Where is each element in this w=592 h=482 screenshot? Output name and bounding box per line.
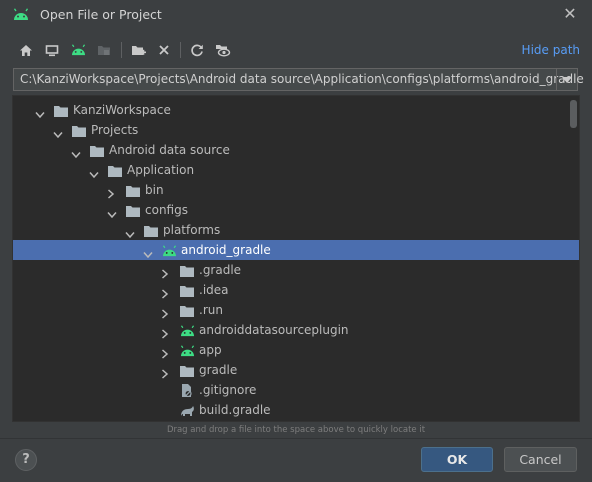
folder-icon	[107, 163, 123, 177]
title-bar: Open File or Project ✕	[0, 0, 592, 30]
chevron-down-icon[interactable]	[143, 244, 153, 259]
tree-row-label: .gitignore	[199, 383, 257, 397]
chevron-down-icon	[562, 76, 572, 83]
folder-icon	[179, 303, 195, 317]
chevron-down-icon[interactable]	[71, 144, 81, 159]
tree-row-label: .gradle	[199, 263, 242, 277]
tree-row[interactable]: build.gradle	[13, 400, 579, 420]
tree-row[interactable]: app	[13, 340, 579, 360]
android-icon	[12, 7, 30, 26]
path-history-dropdown[interactable]	[556, 69, 577, 90]
android-icon	[179, 343, 195, 357]
folder-icon	[53, 103, 69, 117]
chevron-down-icon[interactable]	[125, 224, 135, 239]
tree-row[interactable]: Application	[13, 160, 579, 180]
tree-row[interactable]: configs	[13, 200, 579, 220]
tree-row-label: platforms	[163, 223, 221, 237]
chevron-right-icon[interactable]	[161, 304, 171, 319]
gitignore-file-icon	[179, 383, 195, 398]
tree-row-label: android_gradle	[181, 243, 271, 257]
tree-row[interactable]: .gitignore	[13, 380, 579, 400]
chevron-right-icon[interactable]	[161, 284, 171, 299]
tree-row[interactable]: bin	[13, 180, 579, 200]
gradle-file-icon	[179, 403, 195, 417]
refresh-icon[interactable]	[187, 40, 207, 60]
tree-row-label: bin	[145, 183, 164, 197]
cancel-button[interactable]: Cancel	[504, 447, 577, 472]
folder-icon	[179, 363, 195, 377]
hide-path-link[interactable]: Hide path	[522, 43, 580, 57]
tree-row-label: KanziWorkspace	[73, 103, 171, 117]
close-icon[interactable]: ✕	[562, 5, 578, 23]
chevron-right-icon[interactable]	[107, 184, 117, 199]
tree-row[interactable]: .idea	[13, 280, 579, 300]
show-hidden-icon[interactable]	[213, 40, 233, 60]
tree-row-label: .run	[199, 303, 223, 317]
folder-icon	[179, 263, 195, 277]
tree-row-label: Application	[127, 163, 195, 177]
chevron-down-icon[interactable]	[107, 204, 117, 219]
tree-row-label: configs	[145, 203, 188, 217]
toolbar-separator	[180, 42, 181, 58]
delete-icon[interactable]	[154, 40, 174, 60]
ok-button[interactable]: OK	[421, 447, 493, 472]
file-chooser-toolbar: Hide path	[10, 38, 582, 62]
tree-row-label: app	[199, 343, 222, 357]
window-title: Open File or Project	[40, 7, 162, 22]
tree-row[interactable]: gradle	[13, 360, 579, 380]
folder-icon	[125, 183, 141, 197]
tree-row-label: androiddatasourceplugin	[199, 323, 349, 337]
chevron-right-icon[interactable]	[161, 364, 171, 379]
tree-row-selected[interactable]: android_gradle	[13, 240, 579, 260]
file-tree[interactable]: KanziWorkspace Projects Android data sourc…	[12, 95, 580, 422]
tree-row[interactable]: .run	[13, 300, 579, 320]
android-icon	[161, 243, 177, 257]
tree-row[interactable]: Projects	[13, 120, 579, 140]
tree-row-label: Projects	[91, 123, 139, 137]
chevron-down-icon[interactable]	[89, 164, 99, 179]
new-folder-icon[interactable]	[128, 40, 148, 60]
folder-icon	[71, 123, 87, 137]
drag-drop-hint: Drag and drop a file into the space abov…	[166, 425, 426, 435]
toolbar-separator	[121, 42, 122, 58]
chevron-down-icon[interactable]	[35, 104, 45, 119]
footer-divider	[0, 438, 592, 439]
android-icon	[179, 323, 195, 337]
path-field[interactable]: C:\KanziWorkspace\Projects\Android data …	[13, 68, 584, 91]
folder-icon	[143, 223, 159, 237]
path-value[interactable]: C:\KanziWorkspace\Projects\Android data …	[20, 72, 584, 86]
tree-row[interactable]: Android data source	[13, 140, 579, 160]
help-button[interactable]: ?	[15, 449, 37, 471]
folder-icon	[179, 283, 195, 297]
tree-row-label: .idea	[199, 283, 229, 297]
tree-row[interactable]: .gradle	[13, 260, 579, 280]
tree-row[interactable]: androiddatasourceplugin	[13, 320, 579, 340]
chevron-down-icon[interactable]	[53, 124, 63, 139]
tree-row[interactable]: KanziWorkspace	[13, 100, 579, 120]
chevron-right-icon[interactable]	[161, 344, 171, 359]
tree-row-label: Android data source	[109, 143, 230, 157]
module-icon[interactable]	[94, 40, 114, 60]
tree-row-label: build.gradle	[199, 403, 271, 417]
tree-row[interactable]: platforms	[13, 220, 579, 240]
home-icon[interactable]	[16, 40, 36, 60]
desktop-icon[interactable]	[42, 40, 62, 60]
folder-icon	[89, 143, 105, 157]
chevron-right-icon[interactable]	[161, 324, 171, 339]
chevron-right-icon[interactable]	[161, 264, 171, 279]
tree-row-label: gradle	[199, 363, 238, 377]
android-project-icon[interactable]	[68, 40, 88, 60]
folder-icon	[125, 203, 141, 217]
